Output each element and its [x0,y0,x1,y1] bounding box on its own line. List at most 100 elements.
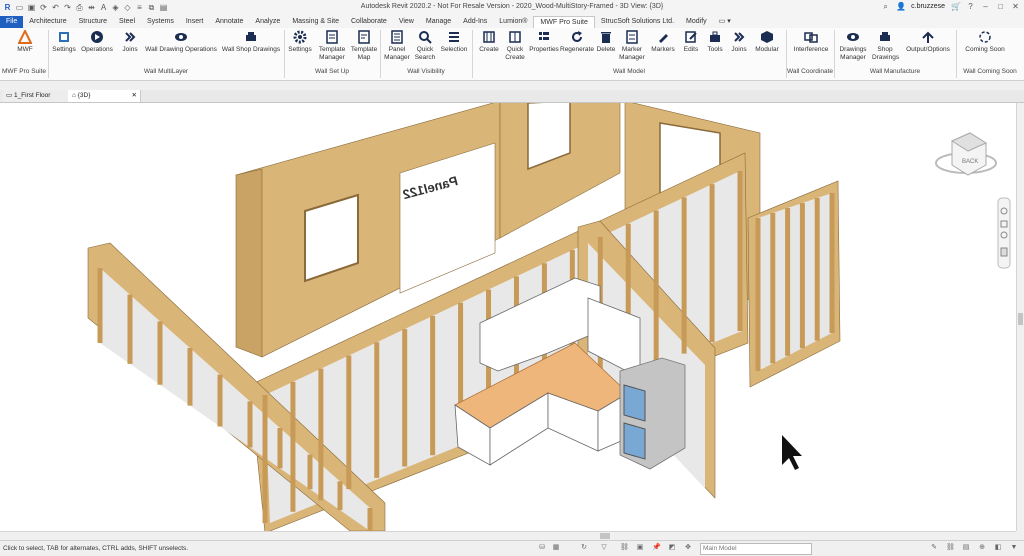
links-icon[interactable]: ⛓ [946,544,955,552]
interference-button[interactable]: Interference [790,30,832,54]
filter-count-icon[interactable]: ▼ [1010,544,1018,552]
joins-icon [123,30,137,44]
editable-only-icon[interactable]: ✎ [930,544,938,552]
coming-soon-button[interactable]: Coming Soon [962,30,1008,54]
drag-elements-icon[interactable]: ✥ [684,544,692,552]
select-pinned-icon[interactable]: 📌 [652,544,661,552]
settings-button[interactable]: Settings [50,30,78,54]
marker-manager-button[interactable]: Marker Manager [618,30,646,61]
operations-label: Operations [81,46,113,53]
template-manager-button[interactable]: Template Manager [316,30,348,61]
tab-view[interactable]: View [393,16,420,28]
tab-collaborate[interactable]: Collaborate [345,16,393,28]
panel-label-wall-multilayer: Wall MultiLayer [143,68,189,75]
shop-drawings-button[interactable]: Shop Drawings [872,30,899,61]
modular-icon [760,30,774,44]
view-tab-first-floor[interactable]: ▭ 1_First Floor [2,90,73,102]
tab-analyze[interactable]: Analyze [249,16,286,28]
panel-manager-button[interactable]: Panel Manager [382,30,412,61]
vertical-scrollbar[interactable] [1016,103,1024,531]
template-map-button[interactable]: Template Map [350,30,378,61]
output-icon [921,30,935,44]
close-icon[interactable]: ✕ [1011,2,1020,11]
selection-label: Selection [440,46,468,53]
quick-search-button[interactable]: Quick Search [412,30,438,61]
tab-file[interactable]: File [0,16,24,28]
marker-icon [625,30,639,44]
design-options-icon[interactable]: ▦ [552,544,560,552]
joins-button[interactable]: Joins [118,30,142,54]
model-selector[interactable]: Main Model [700,543,812,555]
search-icon[interactable]: ⌕ [881,2,890,11]
regenerate-button[interactable]: Regenerate [560,30,594,54]
view-tabs: ▭ 1_First Floor ⌂ {3D} ✕ [0,90,1024,103]
tab-systems[interactable]: Systems [141,16,180,28]
maximize-icon[interactable]: □ [996,2,1005,11]
tools-button[interactable]: Tools [704,30,726,54]
sync-status-icon[interactable]: ↻ [580,544,588,552]
face-select-icon[interactable]: ◧ [994,544,1002,552]
edits-button[interactable]: Edits [680,30,702,54]
pins-icon[interactable]: ⊕ [978,544,986,552]
scroll-thumb[interactable] [1018,313,1023,325]
panel-manager-label: Panel Manager [384,46,410,61]
underlay-icon[interactable]: ▤ [962,544,970,552]
modular-button[interactable]: Modular [752,30,782,54]
tab-strucsoft[interactable]: StrucSoft Solutions Ltd. [595,16,680,28]
eye-icon [846,30,860,44]
wall-create-icon [482,30,496,44]
drawings-manager-button[interactable]: Drawings Manager [836,30,870,61]
tab-annotate[interactable]: Annotate [209,16,249,28]
mwf-button[interactable]: MWF [10,30,40,54]
selection-button[interactable]: Selection [438,30,470,54]
tab-mwf-pro-suite[interactable]: MWF Pro Suite [533,16,595,28]
panel-toggle-icon[interactable]: ▭ ▾ [713,16,737,28]
tab-steel[interactable]: Steel [113,16,141,28]
select-by-face-icon[interactable]: ◩ [668,544,676,552]
settings-label: Settings [52,46,76,53]
properties-button[interactable]: Properties [528,30,560,54]
tab-insert[interactable]: Insert [180,16,210,28]
navigation-bar[interactable] [997,197,1011,269]
template-icon [325,30,339,44]
tab-modify[interactable]: Modify [680,16,713,28]
operations-button[interactable]: Operations [80,30,114,54]
filter-icon[interactable]: ▽ [600,544,608,552]
model-joins-button[interactable]: Joins [728,30,750,54]
wall-drawing-operations-button[interactable]: Wall Drawing Operations [144,30,218,54]
tab-add-ins[interactable]: Add-Ins [457,16,493,28]
tab-lumion[interactable]: Lumion® [493,16,533,28]
setup-settings-button[interactable]: Settings [286,30,314,54]
delete-label: Delete [596,46,616,53]
tab-massing-site[interactable]: Massing & Site [286,16,345,28]
map-icon [357,30,371,44]
3d-viewport[interactable]: Panel122 BACK [0,103,1016,531]
select-underlay-icon[interactable]: ▣ [636,544,644,552]
tab-architecture[interactable]: Architecture [23,16,72,28]
toolbox-icon [708,30,722,44]
minimize-icon[interactable]: – [981,2,990,11]
delete-button[interactable]: Delete [594,30,618,54]
ribbon: MWF Settings Operations Joins Wall Drawi… [0,28,1024,81]
markers-button[interactable]: Markers [648,30,678,54]
tab-manage[interactable]: Manage [420,16,457,28]
search-icon [418,30,432,44]
printer-icon [878,30,892,44]
wall-shop-drawings-label: Wall Shop Drawings [221,46,281,53]
quick-create-button[interactable]: Quick Create [502,30,528,61]
wall-shop-drawings-button[interactable]: Wall Shop Drawings [220,30,282,54]
scroll-thumb[interactable] [600,533,610,539]
view-tab-3d[interactable]: ⌂ {3D} ✕ [68,90,141,102]
output-options-button[interactable]: Output/Options [902,30,954,54]
cart-icon[interactable]: 🛒 [951,2,961,11]
username[interactable]: c.bruzzese [911,3,945,10]
select-links-icon[interactable]: ⛓ [620,544,629,552]
viewcube[interactable]: BACK [935,132,997,176]
tab-structure[interactable]: Structure [73,16,113,28]
close-tab-icon[interactable]: ✕ [132,90,137,102]
worksharing-icon[interactable]: ⛁ [538,544,546,552]
settings-icon [57,30,71,44]
help-icon[interactable]: ? [966,2,975,11]
user-icon[interactable]: 👤 [896,2,906,11]
create-button[interactable]: Create [476,30,502,54]
